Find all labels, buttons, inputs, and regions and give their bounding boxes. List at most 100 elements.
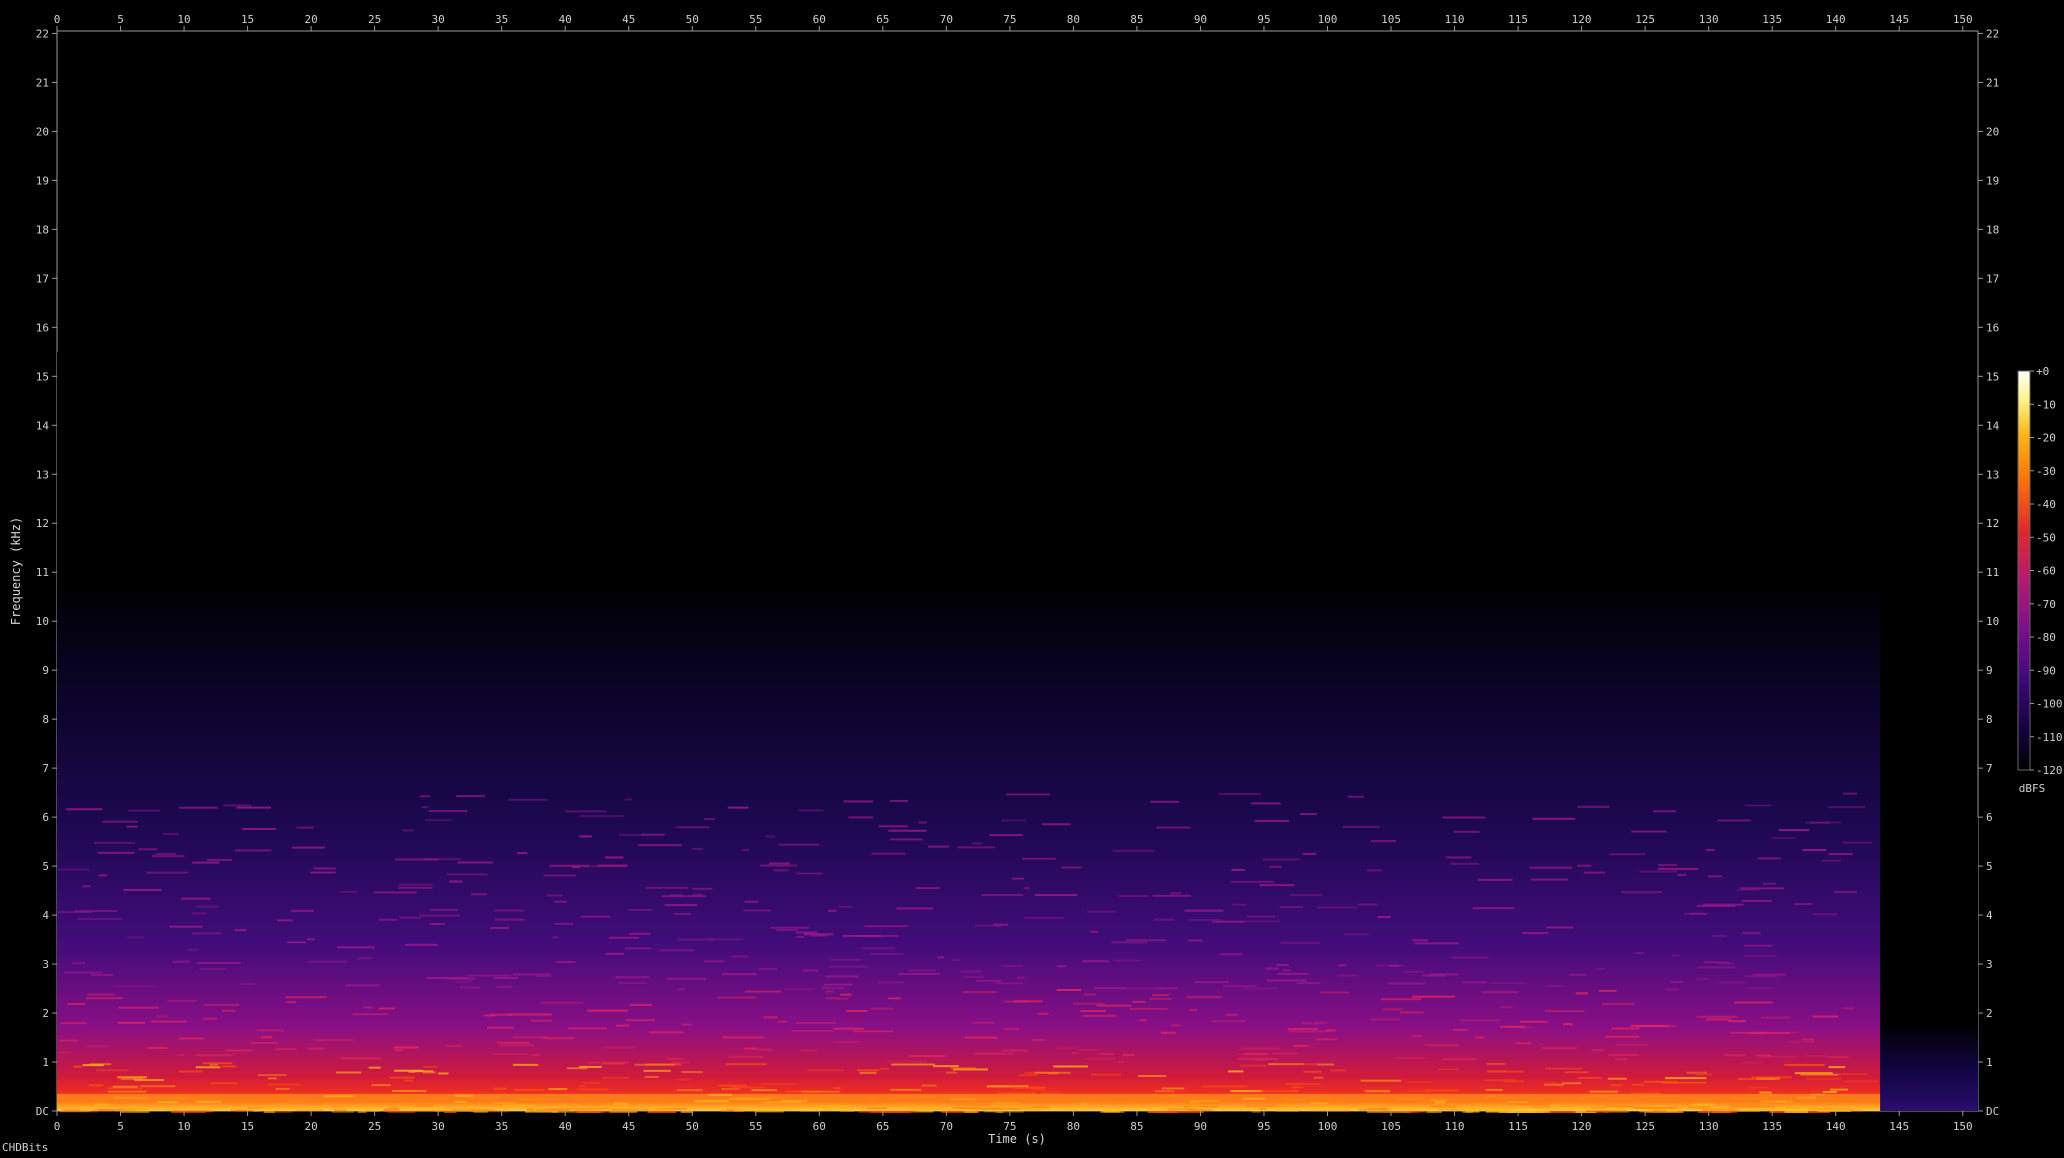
harmonic-line (704, 960, 725, 963)
harmonic-line (1037, 1012, 1049, 1015)
harmonic-line (95, 1069, 129, 1072)
harmonic-line (1090, 930, 1098, 933)
harmonic-line (1030, 1088, 1045, 1091)
harmonic-line (223, 804, 252, 807)
harmonic-line (1238, 1057, 1279, 1060)
harmonic-line (887, 997, 901, 1000)
harmonic-line (624, 798, 633, 801)
y-tick-label: 15 (36, 370, 49, 383)
harmonic-line (645, 886, 689, 889)
harmonic-line (234, 929, 247, 932)
harmonic-line (1122, 1054, 1135, 1057)
x-tick-label: 145 (1889, 1120, 1909, 1133)
harmonic-line (1575, 992, 1588, 995)
harmonic-line (680, 1110, 693, 1113)
harmonic-line (624, 947, 652, 950)
y-tick-label: 14 (36, 419, 50, 432)
harmonic-line (1828, 853, 1853, 856)
x-tick-label: 35 (495, 13, 508, 26)
harmonic-line (802, 969, 819, 972)
harmonic-line (1697, 966, 1736, 969)
harmonic-line (1330, 1069, 1347, 1072)
harmonic-line (1426, 1110, 1442, 1113)
harmonic-line (1805, 1054, 1826, 1057)
harmonic-line (1011, 877, 1025, 880)
harmonic-line (677, 938, 715, 941)
harmonic-line (579, 835, 592, 838)
harmonic-line (1259, 884, 1295, 887)
harmonic-line (1347, 795, 1364, 798)
harmonic-line (1742, 1061, 1762, 1064)
harmonic-line (546, 894, 564, 897)
harmonic-line (1842, 841, 1873, 844)
colorbar-gradient (2017, 370, 2031, 771)
harmonic-line (1061, 866, 1082, 869)
harmonic-line (1266, 979, 1307, 982)
x-tick-label: 5 (117, 1120, 124, 1133)
harmonic-line (928, 845, 950, 848)
harmonic-line (864, 925, 909, 928)
harmonic-line (147, 1047, 168, 1050)
harmonic-line (692, 847, 703, 850)
harmonic-line (891, 1063, 936, 1066)
x-tick-label: 150 (1953, 1120, 1973, 1133)
harmonic-line (856, 934, 899, 937)
harmonic-line (91, 974, 114, 977)
harmonic-line (285, 996, 328, 999)
harmonic-line (1414, 942, 1459, 945)
harmonic-line (500, 1044, 535, 1047)
harmonic-line (57, 868, 90, 871)
x-tick-label: 85 (1130, 1120, 1143, 1133)
y-tick-label: 9 (42, 664, 49, 677)
harmonic-line (156, 1015, 168, 1018)
harmonic-line (1478, 878, 1513, 881)
harmonic-line (240, 983, 254, 986)
harmonic-line (962, 991, 997, 994)
harmonic-line (1293, 1044, 1309, 1047)
harmonic-line (1023, 887, 1031, 890)
harmonic-line (487, 1026, 514, 1029)
harmonic-line (438, 1072, 449, 1075)
y-tick-label: 2 (1986, 1007, 1993, 1020)
harmonic-line (725, 1063, 767, 1066)
harmonic-line (1728, 1020, 1746, 1023)
harmonic-line (1802, 1038, 1815, 1041)
harmonic-line (1805, 821, 1842, 824)
harmonic-line (884, 1110, 911, 1113)
harmonic-line (1189, 918, 1222, 921)
harmonic-line (890, 1088, 922, 1091)
harmonic-line (1034, 894, 1078, 897)
harmonic-line (483, 1014, 495, 1017)
colorbar-tick-label: -30 (2036, 465, 2056, 478)
harmonic-line (490, 926, 509, 929)
harmonic-line (1669, 981, 1683, 984)
harmonic-line (378, 918, 398, 921)
harmonic-line (870, 953, 904, 956)
harmonic-line (568, 1027, 607, 1030)
harmonic-line (1317, 1063, 1335, 1066)
harmonic-line (371, 1084, 391, 1087)
harmonic-line (1578, 1076, 1602, 1079)
harmonic-line (514, 1088, 545, 1091)
harmonic-line (1664, 1077, 1707, 1080)
harmonic-line (1079, 1048, 1100, 1051)
harmonic-line (665, 977, 707, 980)
harmonic-line (1203, 1085, 1248, 1088)
harmonic-line (1022, 857, 1056, 860)
harmonic-line (1486, 1062, 1506, 1065)
harmonic-line (1429, 973, 1459, 976)
harmonic-line (335, 1071, 362, 1074)
x-tick-label: 25 (368, 1120, 381, 1133)
harmonic-line (1301, 1022, 1319, 1025)
harmonic-line (140, 1085, 176, 1088)
harmonic-line (908, 969, 937, 972)
harmonic-line (1485, 1088, 1503, 1091)
harmonic-line (1562, 1082, 1582, 1085)
harmonic-line (340, 1057, 382, 1060)
harmonic-line (1757, 857, 1781, 860)
harmonic-line (1749, 987, 1773, 990)
harmonic-line (155, 852, 176, 855)
harmonic-line (1740, 887, 1785, 890)
harmonic-line (807, 1069, 845, 1072)
harmonic-line (1084, 1057, 1116, 1060)
